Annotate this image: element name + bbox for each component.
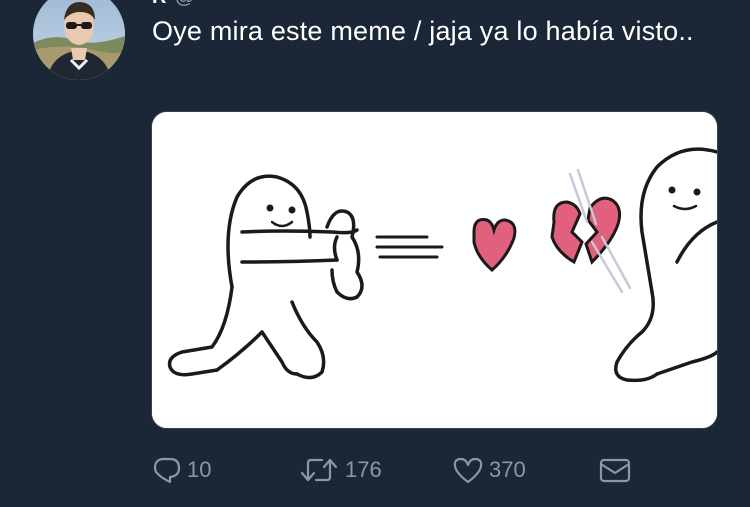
heart-icon [452, 456, 484, 484]
retweet-icon [298, 456, 340, 484]
tweet-view: R @ Oye mira este meme / jaja ya lo [0, 0, 750, 507]
reply-icon [152, 456, 182, 484]
tweet-media[interactable] [151, 111, 718, 429]
tweet-text: Oye mira este meme / jaja ya lo había vi… [152, 16, 694, 46]
author-name[interactable]: R [152, 0, 166, 9]
retweet-count: 176 [345, 457, 382, 482]
avatar[interactable] [33, 0, 125, 80]
tweet-header: R @ [152, 0, 195, 8]
tweet-actions: 10 176 370 [150, 450, 650, 490]
author-handle[interactable]: @ [174, 0, 194, 9]
reply-button[interactable]: 10 [152, 450, 211, 490]
reply-count: 10 [187, 457, 212, 482]
like-count: 370 [489, 457, 526, 482]
mail-icon [598, 456, 632, 484]
like-button[interactable]: 370 [452, 450, 526, 490]
retweet-button[interactable]: 176 [298, 450, 382, 490]
meme-image [152, 112, 717, 428]
dm-button[interactable] [598, 450, 632, 490]
